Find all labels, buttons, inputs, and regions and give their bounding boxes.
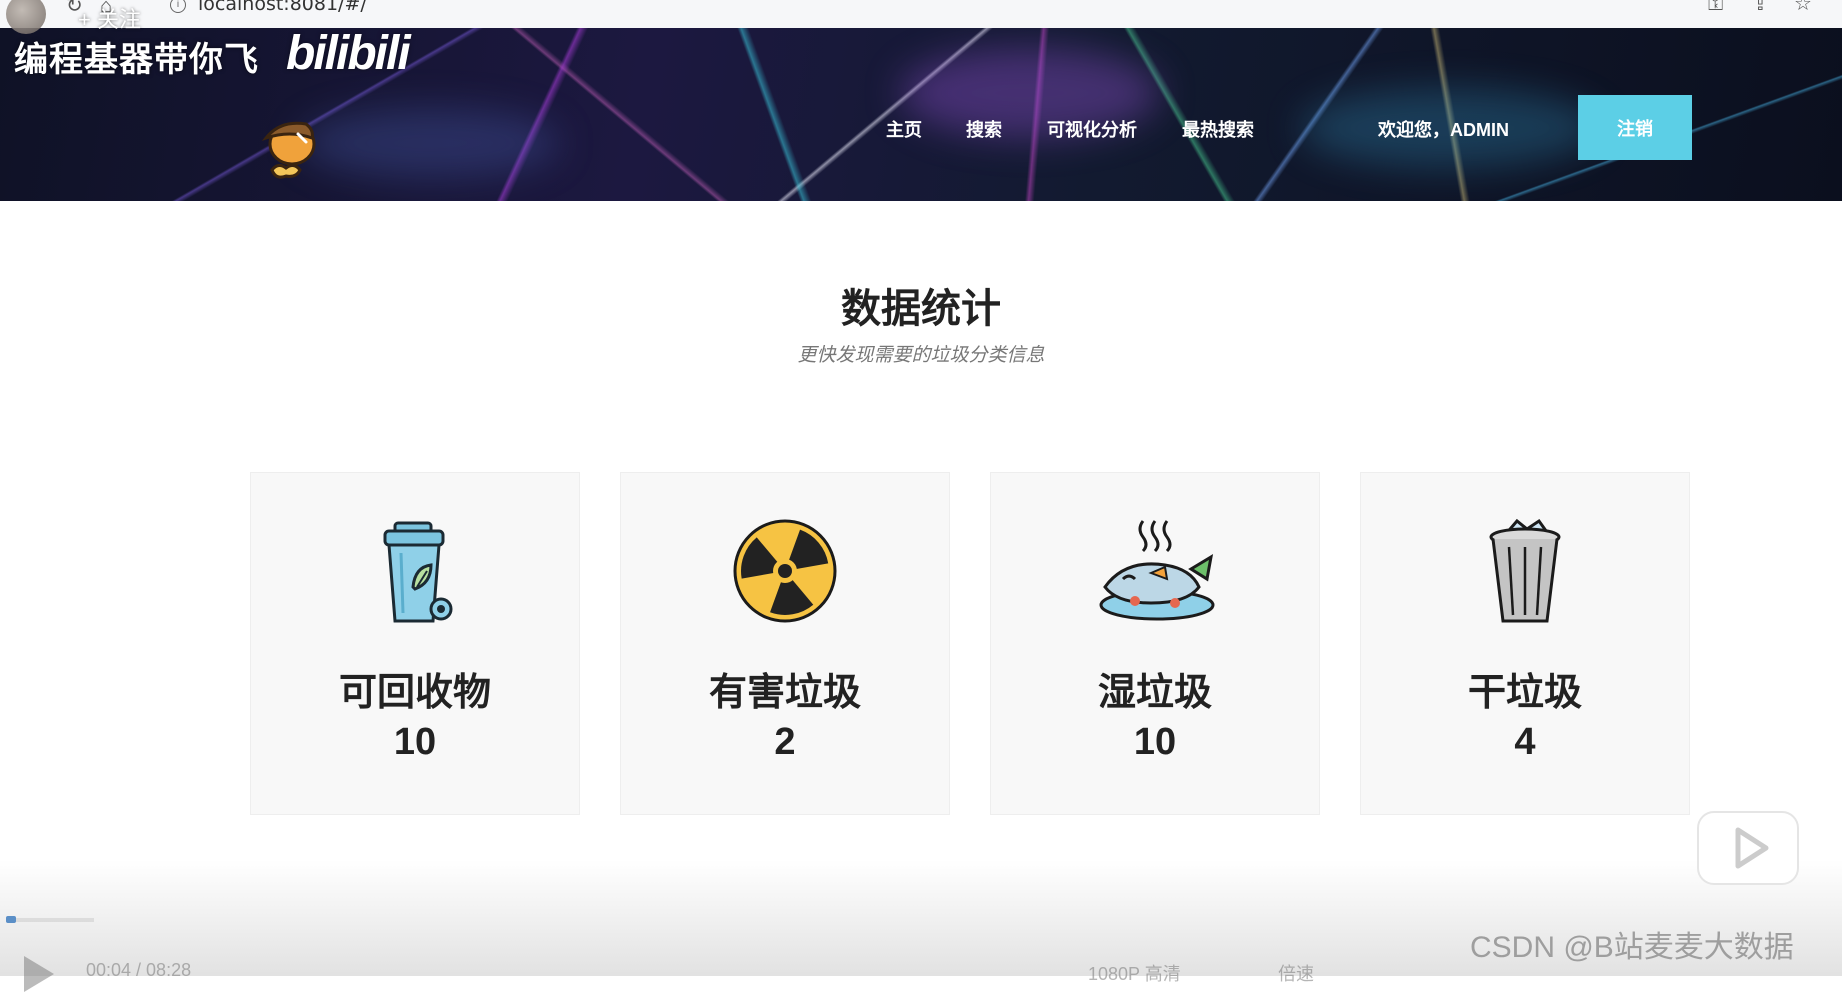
logout-button[interactable]: 注销 [1578,95,1692,160]
stat-card-hazardous: 有害垃圾 2 [620,472,950,815]
info-icon[interactable]: i [170,0,186,13]
video-time: 00:04 / 08:28 [86,960,192,980]
card-count: 10 [1133,721,1177,763]
card-label: 干垃圾 [1467,672,1582,714]
key-icon[interactable]: ⚿ [1708,0,1723,16]
radiation-icon [733,519,837,623]
channel-title: 编程基器带你飞 [14,41,259,79]
card-count: 2 [774,721,796,763]
nav-home[interactable]: 主页 [886,116,922,142]
page-subtitle: 更快发现需要的垃圾分类信息 [797,345,1045,366]
quality-selector[interactable]: 1080P 高清 [1088,960,1181,986]
site-header: 主页 搜索 可视化分析 最热搜索 欢迎您，ADMIN 注销 [0,28,1842,201]
card-count: 10 [393,721,437,763]
share-icon[interactable]: ⇪ [1752,0,1769,16]
acorn-logo[interactable] [250,112,330,192]
card-count: 4 [1514,721,1536,763]
url-field[interactable]: localhost:8081/#/ [198,0,367,16]
csdn-watermark: CSDN @B站麦麦大数据 [1470,931,1794,964]
stat-card-recyclable: 可回收物 10 [250,472,580,815]
header-glow [300,108,560,178]
video-progress-track[interactable] [6,918,94,922]
nav-search[interactable]: 搜索 [966,116,1002,142]
bilibili-logo: bilibili [286,27,411,80]
card-label: 可回收物 [338,672,491,714]
fish-dish-icon [1099,520,1215,621]
page-title: 数据统计 [841,287,1001,331]
nav-visual-analysis[interactable]: 可视化分析 [1047,116,1137,142]
card-label: 有害垃圾 [708,672,861,714]
recycle-bin-icon [383,521,453,623]
stat-card-wet: 湿垃圾 10 [990,472,1320,815]
card-label: 湿垃圾 [1097,672,1212,714]
trash-can-icon [1489,518,1561,623]
speed-selector[interactable]: 倍速 [1278,960,1314,986]
star-icon[interactable]: ☆ [1794,0,1812,16]
follow-button[interactable]: + 关注 [78,8,141,32]
bilibili-tv-icon[interactable] [1694,800,1802,888]
welcome-text: 欢迎您，ADMIN [1378,120,1509,140]
play-icon[interactable] [24,956,54,992]
browser-address-bar: ↻ ⌂ i localhost:8081/#/ ⚿ ⇪ ☆ [0,0,1842,29]
video-progress-handle[interactable] [6,916,16,923]
nav-hot-search[interactable]: 最热搜索 [1182,116,1254,142]
stat-card-dry: 干垃圾 4 [1360,472,1690,815]
